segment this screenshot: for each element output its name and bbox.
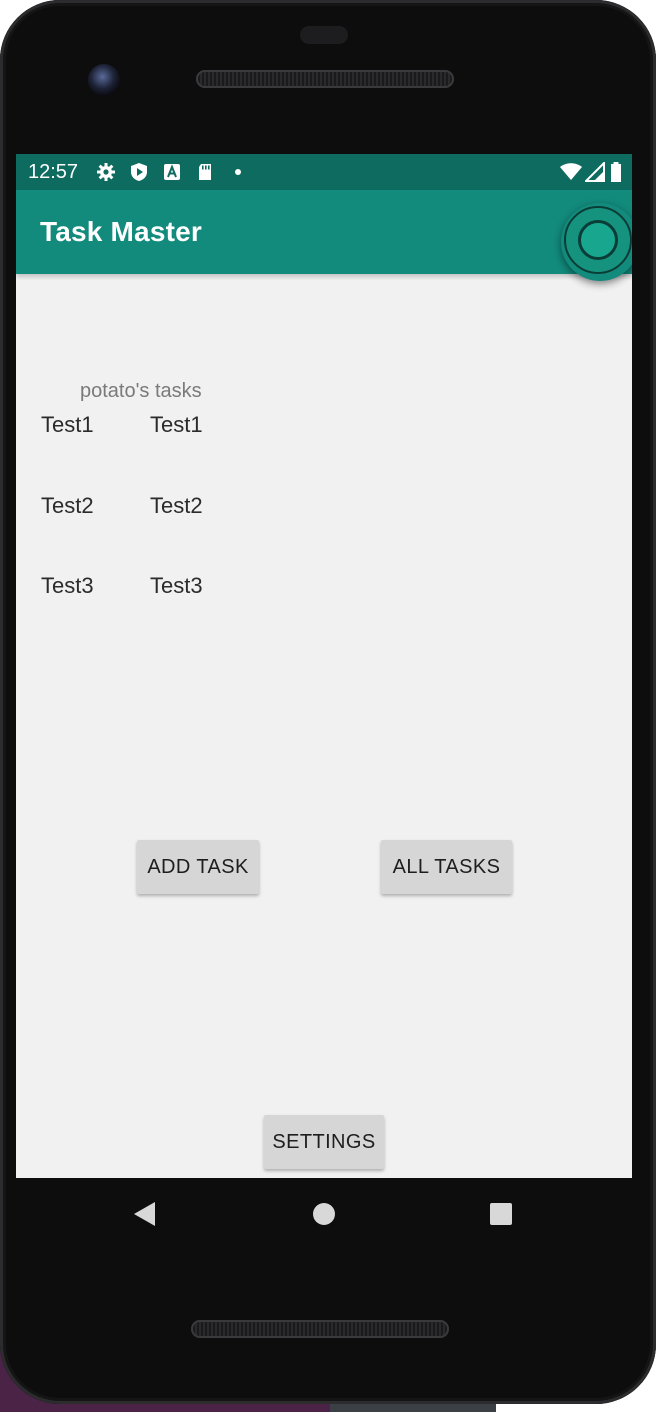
task-row-2-col2: Test2 xyxy=(150,493,203,518)
shield-icon xyxy=(129,162,149,182)
all-tasks-button[interactable]: ALL TASKS xyxy=(381,840,512,894)
earpiece-notch xyxy=(300,26,348,44)
front-camera xyxy=(88,64,120,96)
touch-indicator-button[interactable] xyxy=(561,203,632,281)
app-toolbar: Task Master xyxy=(16,190,632,281)
battery-icon xyxy=(610,162,622,182)
phone-frame: 12:57 Task Master potato's tasks Test1 T… xyxy=(0,0,656,1404)
task-row-1-col1: Test1 xyxy=(41,412,94,437)
status-icons-right xyxy=(560,160,622,184)
tasks-header: potato's tasks xyxy=(80,380,202,402)
home-icon[interactable] xyxy=(313,1203,335,1225)
cell-signal-icon xyxy=(585,162,605,182)
status-bar: 12:57 xyxy=(16,154,632,190)
text-a-icon xyxy=(162,162,182,182)
add-task-button[interactable]: ADD TASK xyxy=(137,840,259,894)
phone-screen: 12:57 Task Master potato's tasks Test1 T… xyxy=(16,154,632,1178)
task-row-3-col2: Test3 xyxy=(150,573,203,598)
gear-icon xyxy=(96,162,116,182)
status-time: 12:57 xyxy=(28,161,79,183)
circle-icon xyxy=(564,206,632,274)
sd-card-icon xyxy=(195,162,215,182)
task-row-2-col1: Test2 xyxy=(41,493,94,518)
recents-icon[interactable] xyxy=(490,1203,512,1225)
status-icons-left xyxy=(96,160,248,184)
back-icon[interactable] xyxy=(134,1202,155,1226)
task-row-1-col2: Test1 xyxy=(150,412,203,437)
bottom-speaker-grille xyxy=(191,1320,449,1338)
touch-dot xyxy=(578,220,618,260)
app-title: Task Master xyxy=(40,216,202,247)
settings-button[interactable]: SETTINGS xyxy=(264,1115,384,1169)
top-speaker-grille xyxy=(196,70,454,88)
dot-icon xyxy=(228,162,248,182)
task-row-3-col1: Test3 xyxy=(41,573,94,598)
navigation-bar xyxy=(16,1178,632,1250)
wifi-icon xyxy=(560,162,582,182)
